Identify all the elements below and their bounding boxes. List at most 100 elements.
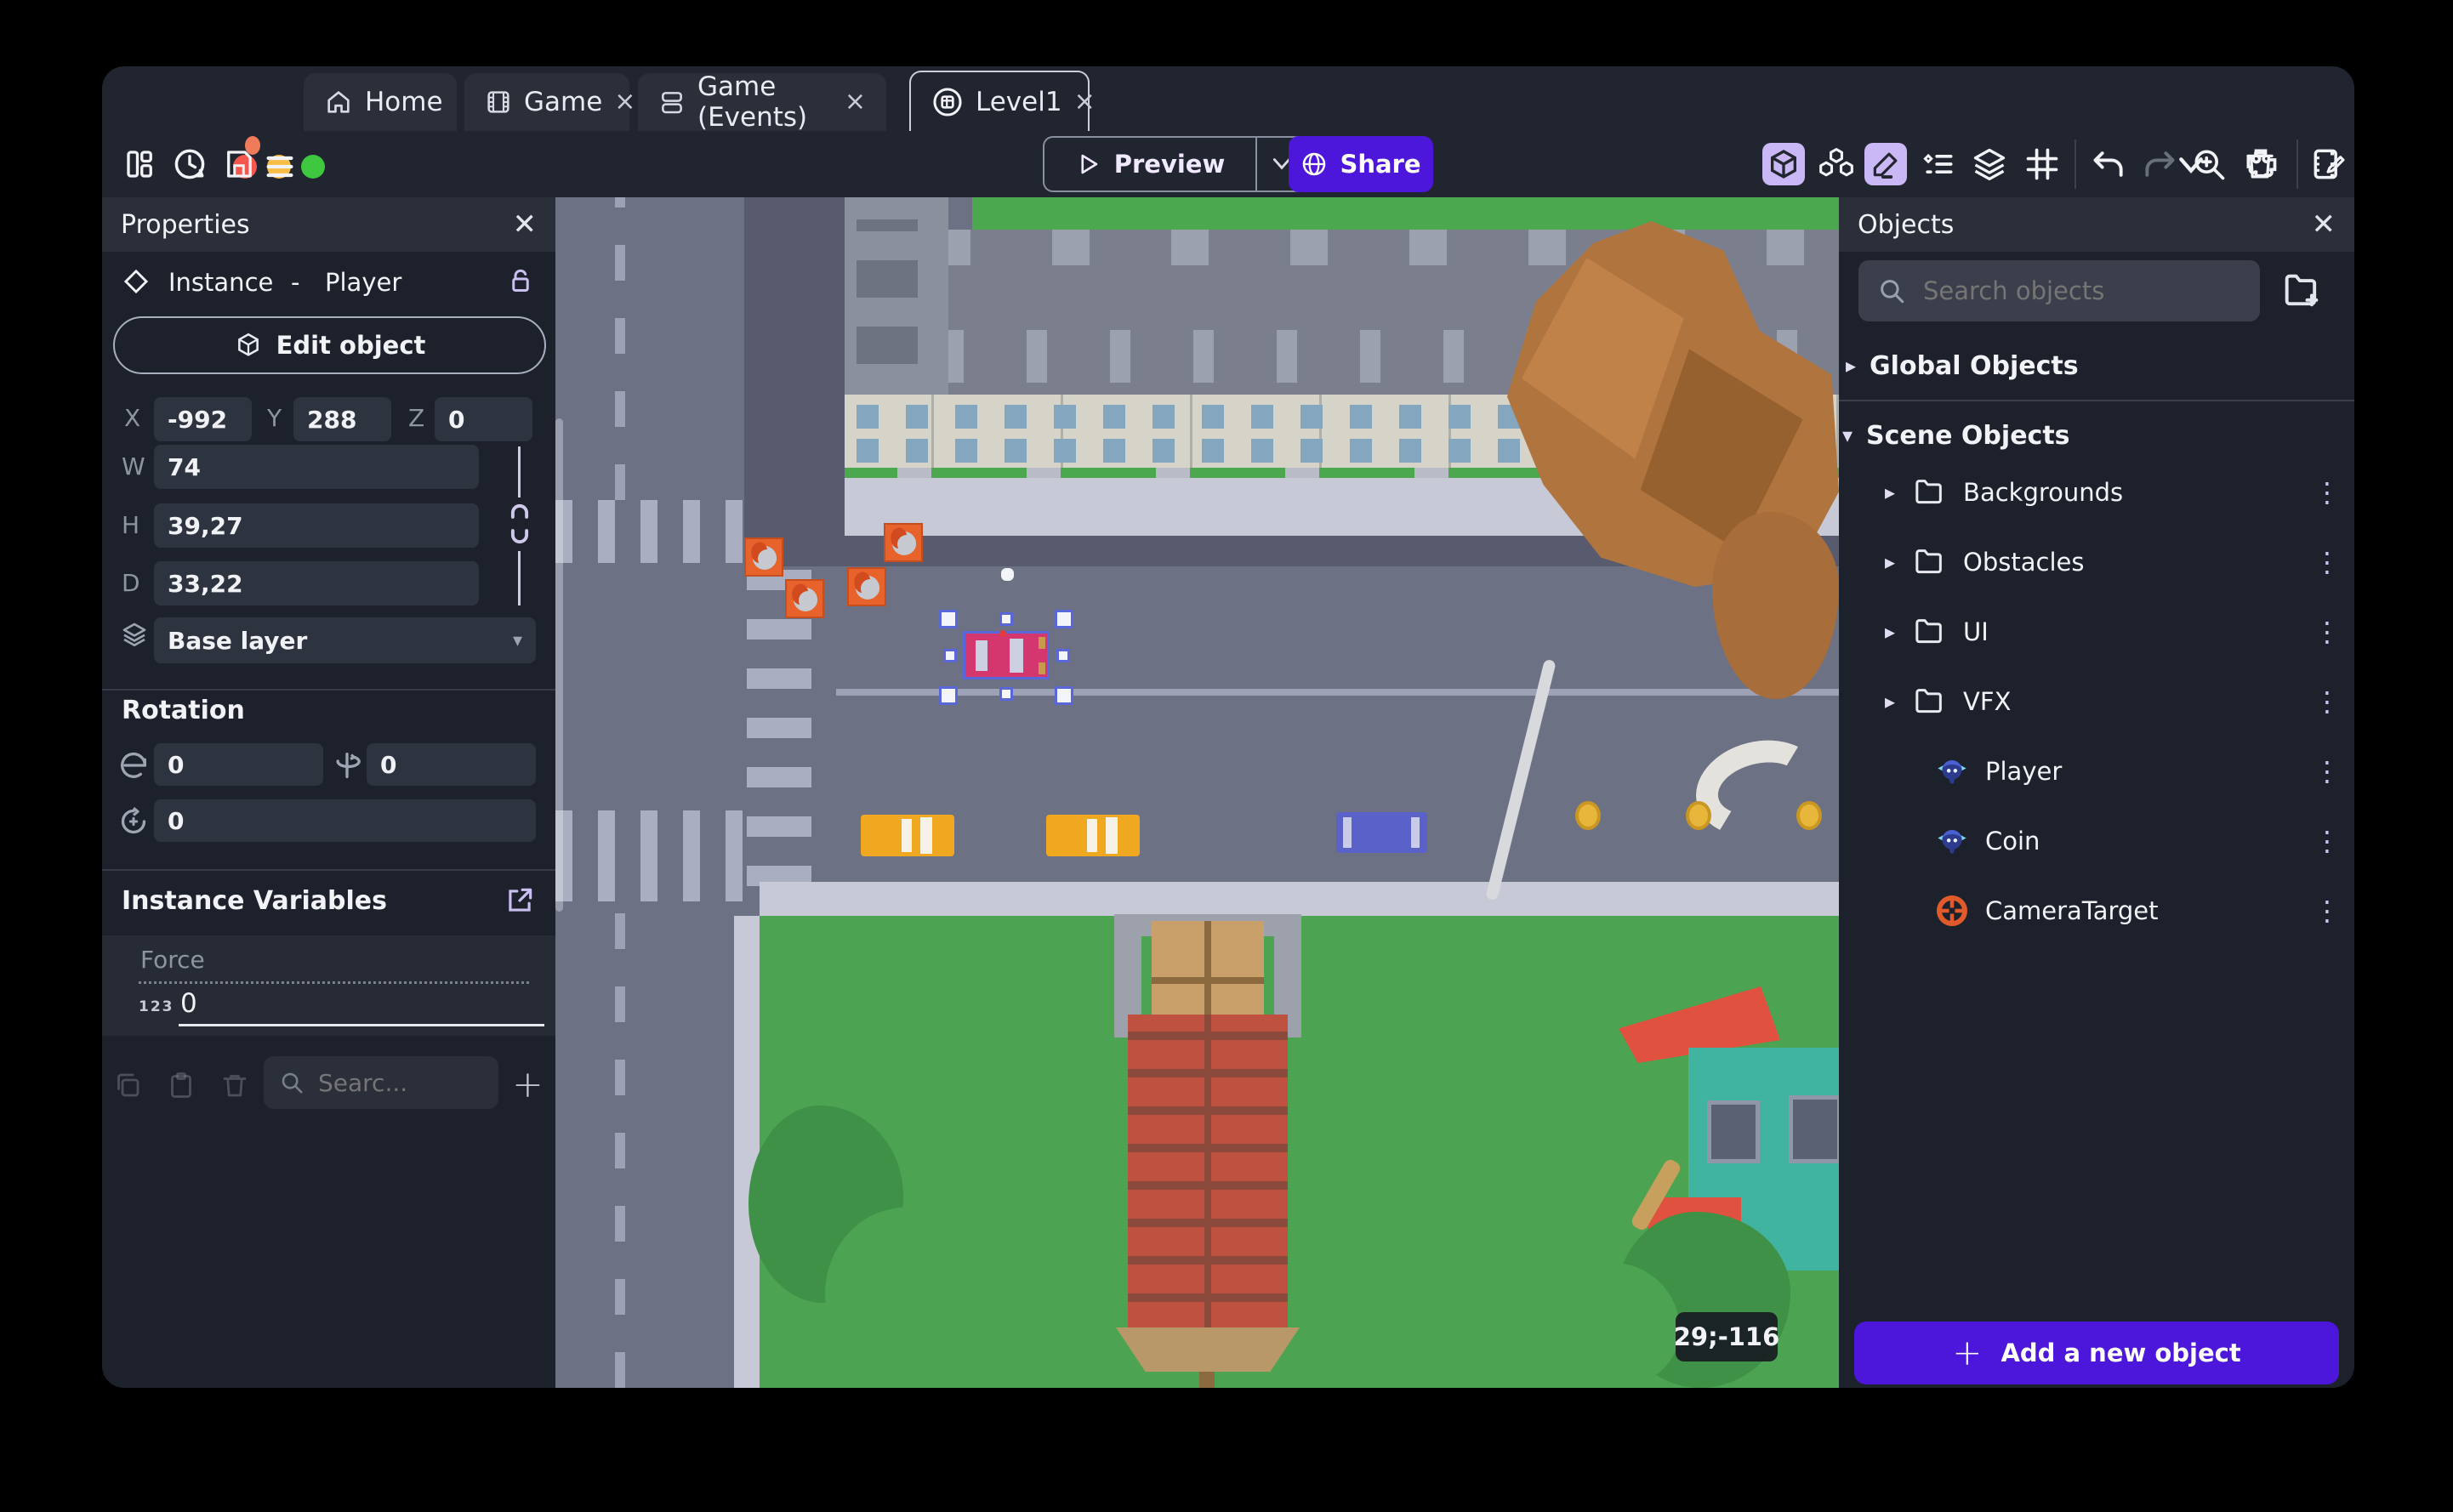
copy-icon[interactable] (112, 1070, 143, 1100)
global-objects-section[interactable]: ▸ Global Objects (1839, 340, 2354, 391)
scene-taxi[interactable] (861, 815, 954, 856)
objects-search-input[interactable] (1921, 276, 2231, 306)
variable-value[interactable]: 0 (180, 988, 197, 1019)
rotation-z-input[interactable] (154, 799, 536, 842)
tab-game-events[interactable]: Game (Events) × (638, 71, 886, 133)
tab-home[interactable]: Home (304, 73, 457, 131)
history-icon[interactable] (168, 143, 211, 185)
close-icon[interactable]: ✕ (513, 210, 538, 239)
variable-name[interactable]: Force (140, 946, 205, 974)
object-label: CameraTarget (1985, 896, 2159, 925)
object-row-cameratarget[interactable]: CameraTarget ⋮ (1839, 881, 2354, 941)
panels-layout-icon[interactable] (119, 143, 162, 185)
close-tab-icon[interactable]: × (845, 89, 866, 115)
scene-crate-obstacle[interactable] (785, 579, 824, 618)
scene-coin[interactable] (1575, 801, 1601, 830)
selection-handle[interactable] (999, 687, 1013, 701)
layers-icon[interactable] (1968, 143, 2011, 185)
x-input[interactable] (154, 397, 252, 441)
rotation-x-input[interactable] (154, 743, 323, 786)
scene-crate-obstacle[interactable] (847, 567, 886, 606)
kebab-menu-icon[interactable]: ⋮ (2314, 616, 2341, 648)
kebab-menu-icon[interactable]: ⋮ (2314, 825, 2341, 857)
folder-row-ui[interactable]: ▸ UI ⋮ (1839, 602, 2354, 662)
preview-button[interactable]: Preview (1043, 136, 1255, 192)
scene-coin[interactable] (1686, 801, 1711, 830)
d-input[interactable] (154, 561, 479, 605)
h-input[interactable] (154, 503, 479, 548)
scene-crate-obstacle[interactable] (884, 523, 923, 562)
tab-game[interactable]: Game × (464, 73, 635, 131)
selection-handle[interactable] (1055, 686, 1073, 705)
edit-mode-pencil-icon[interactable] (1864, 143, 1907, 185)
folder-row-backgrounds[interactable]: ▸ Backgrounds ⋮ (1839, 463, 2354, 522)
cube-3d-icon (234, 331, 263, 360)
scene-road-dashes (615, 901, 625, 1388)
paste-icon[interactable] (166, 1070, 196, 1100)
scene-bone[interactable] (1685, 727, 1833, 850)
properties-header: Properties ✕ (102, 197, 555, 252)
undo-icon[interactable] (2087, 143, 2130, 185)
share-button[interactable]: Share (1289, 136, 1433, 192)
selection-handle[interactable] (999, 612, 1013, 626)
redo-icon[interactable] (2138, 143, 2181, 185)
kebab-menu-icon[interactable]: ⋮ (2314, 546, 2341, 578)
close-icon[interactable]: ✕ (2312, 210, 2336, 239)
w-input[interactable] (154, 445, 479, 489)
variables-search-input[interactable] (316, 1067, 473, 1098)
toggle-3d-view-icon[interactable] (1762, 143, 1805, 185)
canvas-scrollbar[interactable] (555, 418, 563, 912)
folder-row-vfx[interactable]: ▸ VFX ⋮ (1839, 672, 2354, 731)
z-input[interactable] (435, 397, 532, 441)
instances-list-icon[interactable] (1917, 143, 1960, 185)
objects-header: Objects ✕ (1839, 197, 2354, 252)
variable-value-underline (179, 1024, 544, 1026)
instance-type-label: Instance (168, 268, 274, 297)
layer-select[interactable]: Base layer ▾ (154, 617, 536, 663)
scene-crate-obstacle[interactable] (744, 537, 783, 577)
scene-canvas[interactable]: 29;-116 (555, 197, 1839, 1388)
open-variables-external-icon[interactable] (504, 884, 536, 917)
zoom-in-icon[interactable] (2188, 143, 2230, 185)
objects-cubes-icon[interactable] (1815, 143, 1858, 185)
scene-tower[interactable] (1114, 914, 1301, 1388)
rotation-handle[interactable] (1001, 568, 1014, 581)
add-folder-icon[interactable] (2279, 269, 2324, 313)
link-dimensions-icon[interactable] (507, 502, 532, 546)
scene-rock-lobe[interactable] (1712, 512, 1839, 699)
properties-panel: Properties ✕ Instance - Player Edit obje… (102, 197, 555, 1388)
folder-row-obstacles[interactable]: ▸ Obstacles ⋮ (1839, 532, 2354, 592)
close-tab-icon[interactable]: × (614, 89, 635, 115)
kebab-menu-icon[interactable]: ⋮ (2314, 476, 2341, 509)
selection-handle[interactable] (1055, 610, 1073, 628)
delete-trash-icon[interactable] (2239, 143, 2281, 185)
variables-search[interactable] (264, 1056, 498, 1109)
trash-icon[interactable] (219, 1070, 250, 1100)
close-tab-icon[interactable]: × (1074, 88, 1096, 115)
selection-handle[interactable] (939, 686, 958, 705)
selection-handle[interactable] (939, 610, 958, 628)
scene-taxi[interactable] (1046, 815, 1140, 856)
object-row-player[interactable]: Player ⋮ (1839, 742, 2354, 801)
object-row-coin[interactable]: Coin ⋮ (1839, 811, 2354, 871)
selection-handle[interactable] (1056, 649, 1070, 662)
kebab-menu-icon[interactable]: ⋮ (2314, 895, 2341, 927)
scene-coin[interactable] (1796, 801, 1822, 830)
scene-objects-section[interactable]: ▾ Scene Objects (1839, 408, 2354, 463)
y-input[interactable] (293, 397, 391, 441)
grid-icon[interactable] (2021, 143, 2063, 185)
tab-level1[interactable]: Level1 × (909, 71, 1096, 131)
rotation-y-input[interactable] (367, 743, 536, 786)
selected-instance-player-car[interactable] (963, 630, 1050, 679)
kebab-menu-icon[interactable]: ⋮ (2314, 685, 2341, 718)
add-variable-plus-icon[interactable]: + (512, 1063, 544, 1106)
edit-object-label: Edit object (276, 331, 426, 360)
selection-handle[interactable] (943, 649, 957, 662)
kebab-menu-icon[interactable]: ⋮ (2314, 755, 2341, 787)
add-new-object-button[interactable]: + Add a new object (1854, 1322, 2339, 1384)
unlock-icon[interactable] (505, 266, 536, 297)
scene-blue-car[interactable] (1336, 812, 1427, 853)
edit-scene-properties-icon[interactable] (2307, 143, 2349, 185)
edit-object-button[interactable]: Edit object (113, 316, 546, 374)
objects-search[interactable] (1858, 260, 2260, 321)
